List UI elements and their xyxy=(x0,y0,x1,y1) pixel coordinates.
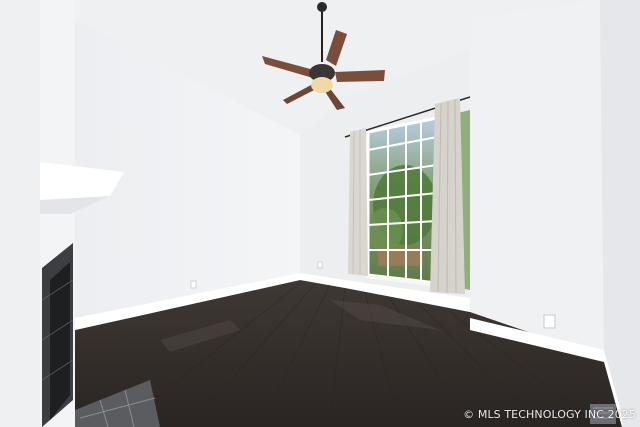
left-wall-column xyxy=(0,0,42,427)
room-illustration xyxy=(0,0,640,427)
wall-outlet-left xyxy=(190,280,197,289)
watermark-text: © MLS TECHNOLOGY INC 2025 xyxy=(463,408,636,421)
fireplace xyxy=(41,243,74,427)
right-wall xyxy=(470,0,604,355)
room-photo: © MLS TECHNOLOGY INC 2025 xyxy=(0,0,640,427)
wall-outlet-right xyxy=(543,314,556,329)
curtain-left xyxy=(348,128,368,276)
wall-outlet-back xyxy=(317,261,323,269)
